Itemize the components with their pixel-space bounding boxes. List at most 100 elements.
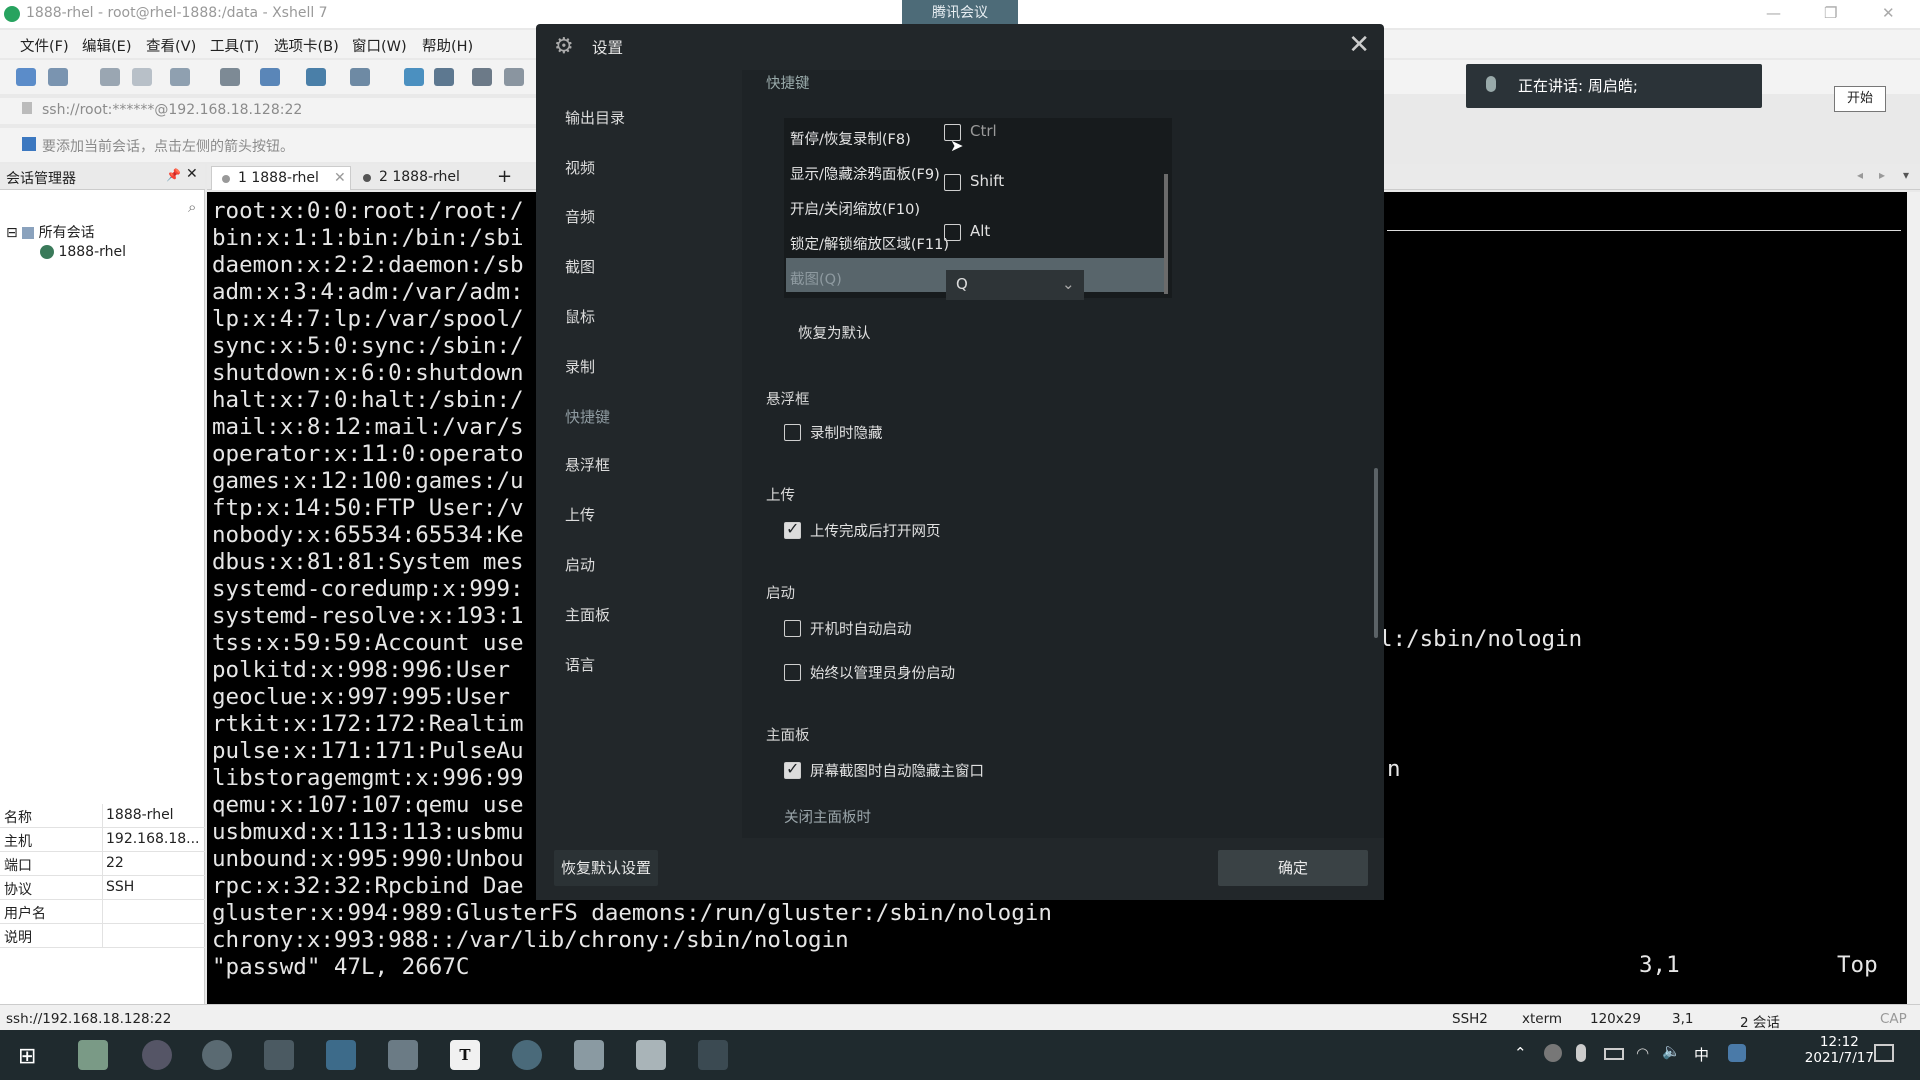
restore-all-defaults-button[interactable]: 恢复默认设置 xyxy=(554,850,658,886)
nav-upload[interactable]: 上传 xyxy=(565,504,595,525)
nav-video[interactable]: 视频 xyxy=(565,157,595,178)
ok-button[interactable]: 确定 xyxy=(1218,850,1368,886)
close-window-button[interactable]: ✕ xyxy=(1882,4,1895,22)
tray-qq-icon[interactable] xyxy=(1728,1044,1746,1062)
new-session-icon[interactable] xyxy=(16,68,36,86)
transfer-icon[interactable] xyxy=(260,68,280,86)
checkbox-box[interactable] xyxy=(944,224,961,241)
prop-row-protocol: 协议 SSH xyxy=(0,876,205,900)
photos-task-icon[interactable] xyxy=(326,1040,356,1070)
lock-icon[interactable] xyxy=(504,68,524,86)
fullscreen-icon[interactable] xyxy=(472,68,492,86)
checkbox-box[interactable] xyxy=(784,759,801,779)
tunnel-icon[interactable] xyxy=(434,68,454,86)
shortcut-item[interactable]: 暂停/恢复录制(F8) xyxy=(790,128,911,149)
nav-mouse[interactable]: 鼠标 xyxy=(565,306,595,327)
shortcut-item[interactable]: 锁定/解锁缩放区域(F11) xyxy=(790,233,949,254)
open-folder-icon[interactable] xyxy=(48,68,68,86)
menu-file[interactable]: 文件(F) xyxy=(20,35,69,56)
notification-icon[interactable] xyxy=(1874,1044,1894,1062)
checkbox-box[interactable] xyxy=(784,424,801,441)
checkbox-box[interactable] xyxy=(784,664,801,681)
battery-icon[interactable] xyxy=(1604,1048,1624,1060)
restore-default-link[interactable]: 恢复为默认 xyxy=(798,322,871,343)
arrow-icon[interactable] xyxy=(22,137,36,151)
nav-output-dir[interactable]: 输出目录 xyxy=(565,107,625,128)
nav-record[interactable]: 录制 xyxy=(565,356,595,377)
shortcut-item-selected[interactable]: 截图(Q) xyxy=(790,268,842,289)
menu-window[interactable]: 窗口(W) xyxy=(352,35,407,56)
tab-session-1[interactable]: 1 1888-rhel ✕ xyxy=(211,166,351,190)
close-panel-icon[interactable]: ✕ xyxy=(186,166,198,182)
windows-start-icon[interactable]: ⊞ xyxy=(18,1044,36,1069)
clock-time: 12:12 xyxy=(1819,1034,1859,1050)
disconnect-icon[interactable] xyxy=(132,68,152,86)
tray-expand-icon[interactable]: ⌃ xyxy=(1514,1044,1527,1062)
tray-microphone-icon[interactable] xyxy=(1576,1044,1586,1062)
terminal-line: shutdown:x:6:0:shutdown xyxy=(212,360,524,386)
menu-edit[interactable]: 编辑(E) xyxy=(82,35,131,56)
nav-audio[interactable]: 音频 xyxy=(565,206,595,227)
properties-icon[interactable] xyxy=(170,68,190,86)
meeting-tab[interactable]: 腾讯会议 xyxy=(902,0,1018,26)
settings-content[interactable]: 快捷键 暂停/恢复录制(F8) 显示/隐藏涂鸦面板(F9) 开启/关闭缩放(F1… xyxy=(742,70,1384,838)
nav-main-panel[interactable]: 主面板 xyxy=(565,604,610,625)
content-scrollbar[interactable] xyxy=(1374,468,1378,638)
ime-indicator[interactable]: 中 xyxy=(1694,1044,1709,1065)
tab-scroll-left-icon[interactable]: ◂ xyxy=(1857,168,1863,182)
key-select[interactable]: Q ⌄ xyxy=(946,270,1084,300)
tab-scroll-right-icon[interactable]: ▸ xyxy=(1879,168,1885,182)
nav-language[interactable]: 语言 xyxy=(565,654,595,675)
address-bar[interactable]: ssh://root:******@192.168.18.128:22 xyxy=(0,98,540,124)
tray-app-icon[interactable] xyxy=(1544,1044,1562,1062)
terminal-line: bin:x:1:1:bin:/bin:/sbi xyxy=(212,225,524,251)
minimize-button[interactable]: — xyxy=(1766,4,1781,22)
tree-session-item[interactable]: 1888-rhel xyxy=(40,244,126,260)
browser-task-icon[interactable] xyxy=(142,1040,172,1070)
checkbox-box[interactable] xyxy=(784,519,801,539)
shortcut-item[interactable]: 显示/隐藏涂鸦面板(F9) xyxy=(790,163,940,184)
network-tool-task-icon[interactable] xyxy=(512,1040,542,1070)
tab-menu-icon[interactable]: ▾ xyxy=(1903,168,1909,182)
search-icon[interactable]: ⌕ xyxy=(188,198,196,216)
typora-task-icon[interactable]: T xyxy=(450,1040,480,1070)
nav-float[interactable]: 悬浮框 xyxy=(565,454,610,475)
shortcut-item[interactable]: 开启/关闭缩放(F10) xyxy=(790,198,920,219)
volume-icon[interactable]: 🔈 xyxy=(1662,1042,1681,1060)
clock[interactable]: 12:12 2021/7/17 xyxy=(1805,1034,1874,1066)
checkbox-box[interactable] xyxy=(784,620,801,637)
tab-session-2[interactable]: 2 1888-rhel xyxy=(353,166,493,190)
wechat-task-icon[interactable] xyxy=(202,1040,232,1070)
nav-shortcuts[interactable]: 快捷键 xyxy=(565,406,610,427)
find-icon[interactable] xyxy=(220,68,240,86)
close-icon[interactable]: ✕ xyxy=(1348,30,1370,60)
terminal-line: systemd-resolve:x:193:1 xyxy=(212,603,524,629)
terminal-scrollbar[interactable] xyxy=(1907,192,1920,1004)
globe-icon[interactable] xyxy=(306,68,326,86)
maximize-button[interactable]: ❐ xyxy=(1824,4,1837,22)
menu-help[interactable]: 帮助(H) xyxy=(422,35,473,56)
checkbox-box[interactable] xyxy=(944,174,961,191)
menu-tools[interactable]: 工具(T) xyxy=(210,35,259,56)
pin-icon[interactable]: 📌 xyxy=(166,168,181,182)
nav-startup[interactable]: 启动 xyxy=(565,554,595,575)
tree-root[interactable]: ⊟ 所有会话 xyxy=(6,222,95,242)
wifi-icon[interactable]: ◠ xyxy=(1636,1044,1649,1062)
xftp-task-icon[interactable] xyxy=(636,1040,666,1070)
nav-screenshot[interactable]: 截图 xyxy=(565,256,595,277)
menu-view[interactable]: 查看(V) xyxy=(146,35,196,56)
shortcut-list-scrollbar[interactable] xyxy=(1164,174,1168,294)
menu-tabs[interactable]: 选项卡(B) xyxy=(274,35,339,56)
apps-task-icon[interactable] xyxy=(264,1040,294,1070)
xftp-icon[interactable] xyxy=(404,68,424,86)
add-tab-icon[interactable]: + xyxy=(497,166,512,187)
xshell-task-icon[interactable] xyxy=(78,1040,108,1070)
connect-icon[interactable] xyxy=(100,68,120,86)
recorder-task-icon[interactable] xyxy=(698,1040,728,1070)
start-button[interactable]: 开始 xyxy=(1834,86,1886,112)
explorer-task-icon[interactable] xyxy=(388,1040,418,1070)
close-tab-icon[interactable]: ✕ xyxy=(334,170,346,186)
collapse-icon[interactable]: ⊟ xyxy=(6,225,18,241)
script-icon[interactable] xyxy=(350,68,370,86)
notes-task-icon[interactable] xyxy=(574,1040,604,1070)
